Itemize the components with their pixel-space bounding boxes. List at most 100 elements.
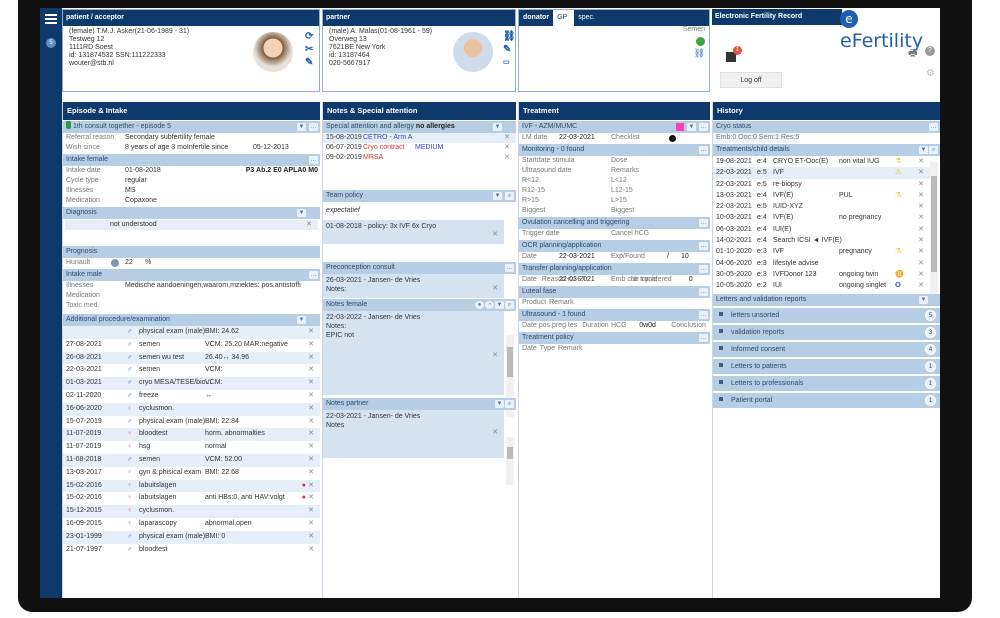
- preconception-note[interactable]: 26-03-2021 - Jansen- de Vries Notes: ✕: [323, 274, 504, 298]
- remove-icon[interactable]: ✕: [308, 505, 314, 518]
- remove-icon[interactable]: ✕: [918, 235, 924, 246]
- help-icon[interactable]: ?: [925, 46, 935, 56]
- edit-icon[interactable]: ✎: [305, 56, 313, 69]
- search-icon[interactable]: ⌕: [505, 192, 514, 200]
- dropdown-icon[interactable]: ▼: [297, 209, 306, 217]
- remove-icon[interactable]: ✕: [308, 339, 314, 352]
- letter-category[interactable]: Letters to professionals 1: [713, 376, 940, 391]
- letter-category[interactable]: Letters to patients 1: [713, 359, 940, 374]
- more-icon[interactable]: …: [309, 156, 318, 164]
- history-row[interactable]: 19-08-2021 e:4 CRYO ET-Ooc(E) non vital IUG…: [713, 156, 930, 167]
- remove-icon[interactable]: ✕: [918, 190, 924, 201]
- more-icon[interactable]: …: [505, 264, 514, 272]
- dropdown-icon[interactable]: ▼: [493, 123, 502, 131]
- dropdown-icon[interactable]: ▼: [297, 123, 306, 131]
- procedure-row[interactable]: 21-07-1997 ♂ bloodtest ✕: [63, 544, 320, 557]
- remove-icon[interactable]: ✕: [308, 364, 314, 377]
- remove-icon[interactable]: ✕: [308, 480, 314, 493]
- clock-icon[interactable]: ◔: [485, 301, 494, 309]
- remove-icon[interactable]: ✕: [308, 390, 314, 403]
- attention-row[interactable]: 15-08-2019 CETRO - Arm A ✕: [323, 133, 516, 143]
- remove-icon[interactable]: ✕: [308, 403, 314, 416]
- procedure-row[interactable]: 26-08-2021 ♂ semen wu test 26.40↔ 34.96 ✕: [63, 351, 320, 365]
- procedure-row[interactable]: 01-03-2021 ♂ cryo MESA/TESE/bio... VCM: ✕: [63, 377, 320, 390]
- add-icon[interactable]: [696, 37, 705, 46]
- remove-icon[interactable]: ✕: [492, 230, 498, 239]
- letter-category[interactable]: Informed consent 4: [713, 342, 940, 357]
- history-row[interactable]: 22-03-2021 e:5 re-biopsy ✕: [713, 179, 930, 190]
- procedure-row[interactable]: 22-03-2021 ♂ semen VCM: ✕: [63, 364, 320, 377]
- sidebar-badge[interactable]: 5: [46, 38, 56, 48]
- notes-partner-scrollbar[interactable]: [506, 437, 514, 485]
- remove-icon[interactable]: ✕: [504, 143, 510, 153]
- refresh-icon[interactable]: ⟳: [305, 30, 313, 43]
- checklist-status-icon[interactable]: [669, 135, 676, 142]
- diagnosis-item[interactable]: not understood ✕: [65, 220, 318, 230]
- remove-icon[interactable]: ✕: [918, 201, 924, 212]
- search-icon[interactable]: ⌕: [505, 301, 514, 309]
- dropdown-icon[interactable]: ▼: [687, 123, 696, 131]
- dropdown-icon[interactable]: ▼: [493, 192, 502, 200]
- remove-icon[interactable]: ✕: [918, 167, 924, 178]
- history-row[interactable]: 01-10-2020 e:3 IVF pregnancy ⚗ ✕: [713, 246, 930, 257]
- history-scrollbar[interactable]: [930, 162, 938, 294]
- procedure-row[interactable]: 15-02-2016 ♀ labuitslagen ● ✕: [63, 479, 320, 493]
- remove-icon[interactable]: ✕: [308, 428, 314, 441]
- history-row[interactable]: 30-05-2020 e:3 IVFDonor 123 ongoing twin ♊ ✕: [713, 269, 930, 280]
- dropdown-icon[interactable]: ▼: [495, 400, 504, 408]
- remove-icon[interactable]: ✕: [308, 416, 314, 429]
- history-row[interactable]: 22-03-2021 e:5 IUID-XYZ ✕: [713, 201, 930, 212]
- remove-icon[interactable]: ✕: [918, 212, 924, 223]
- search-icon[interactable]: ⌕: [505, 400, 514, 408]
- more-icon[interactable]: …: [309, 123, 318, 131]
- search-icon[interactable]: ⌕: [929, 146, 938, 154]
- remove-icon[interactable]: ✕: [918, 224, 924, 235]
- remove-icon[interactable]: ✕: [308, 531, 314, 544]
- link-icon[interactable]: ⛓: [694, 48, 705, 59]
- procedure-row[interactable]: 27-08-2021 ♂ semen VCM: 25.20 MAR:negative ✕: [63, 339, 320, 352]
- letter-category[interactable]: Patient portal 1: [713, 393, 940, 408]
- history-row[interactable]: 04-06-2020 e:3 lifestyle advise ✕: [713, 258, 930, 269]
- dropdown-icon[interactable]: ▼: [297, 316, 306, 324]
- episode-selector[interactable]: 1th consult together - episode 5 ▼…: [63, 121, 320, 133]
- procedure-row[interactable]: 02-11-2020 ♂ freeze ↔ ✕: [63, 390, 320, 403]
- procedure-row[interactable]: ♂ physical exam (male) BMI: 24.62 ✕: [63, 326, 320, 339]
- procedure-row[interactable]: 16-09-2015 ♀ laparascopy abnormal,open ✕: [63, 518, 320, 531]
- notes-partner-note[interactable]: 22-03-2021 - Jansen- de Vries Notes ✕: [323, 410, 504, 458]
- remove-icon[interactable]: ✕: [308, 492, 314, 505]
- remove-icon[interactable]: ✕: [308, 454, 314, 467]
- remove-icon[interactable]: ✕: [504, 133, 510, 143]
- procedure-row[interactable]: 15-07-2019 ♂ physical exam (male) BMI: 22.8…: [63, 416, 320, 429]
- history-row[interactable]: 06-03-2021 e:4 IUI(E) ✕: [713, 224, 930, 235]
- team-policy-note[interactable]: 01-08-2018 - policy: 3x IVF 6x Cryo ✕: [323, 220, 504, 244]
- tab-gp[interactable]: GP: [553, 10, 572, 26]
- more-icon[interactable]: …: [699, 123, 708, 131]
- scissors-icon[interactable]: ✂: [305, 43, 313, 56]
- remove-icon[interactable]: ✕: [308, 544, 314, 557]
- tab-spec[interactable]: spec.: [571, 10, 599, 26]
- history-row[interactable]: 10-05-2020 e:2 IUI ongoing singlet ✪ ✕: [713, 280, 930, 291]
- procedure-row[interactable]: 11-07-2019 ♀ hsg normal ✕: [63, 441, 320, 454]
- more-icon[interactable]: …: [309, 271, 318, 279]
- edit-icon[interactable]: ✎: [503, 43, 516, 56]
- dropdown-icon[interactable]: ▼: [919, 296, 928, 304]
- remove-icon[interactable]: ✕: [918, 179, 924, 190]
- history-row[interactable]: 14-02-2021 e:4 Search ICSI ◄ IVF(E) ✕: [713, 235, 930, 246]
- attention-row[interactable]: 09-02-2019 MRSA ✕: [323, 153, 516, 163]
- remove-icon[interactable]: ✕: [918, 156, 924, 167]
- remove-icon[interactable]: ✕: [918, 269, 924, 280]
- bell-icon[interactable]: ●: [475, 301, 484, 309]
- remove-icon[interactable]: ✕: [308, 518, 314, 531]
- procedure-row[interactable]: 11-08-2018 ♂ semen VCM: 52.00 ✕: [63, 453, 320, 467]
- hamburger-menu-icon[interactable]: [45, 14, 57, 26]
- remove-icon[interactable]: ✕: [306, 220, 312, 230]
- notes-female-note[interactable]: 22-03-2022 - Jansen- de Vries Notes: EPIC …: [323, 311, 504, 395]
- info-icon[interactable]: [111, 259, 119, 267]
- letter-category[interactable]: validation reports 3: [713, 325, 940, 340]
- remove-icon[interactable]: ✕: [308, 467, 314, 480]
- remove-icon[interactable]: ✕: [918, 258, 924, 269]
- remove-icon[interactable]: ✕: [918, 246, 924, 257]
- procedure-row[interactable]: 16-06-2020 ♀ cyclusmon. ✕: [63, 402, 320, 416]
- remove-icon[interactable]: ✕: [308, 352, 314, 365]
- remove-icon[interactable]: ✕: [308, 326, 314, 339]
